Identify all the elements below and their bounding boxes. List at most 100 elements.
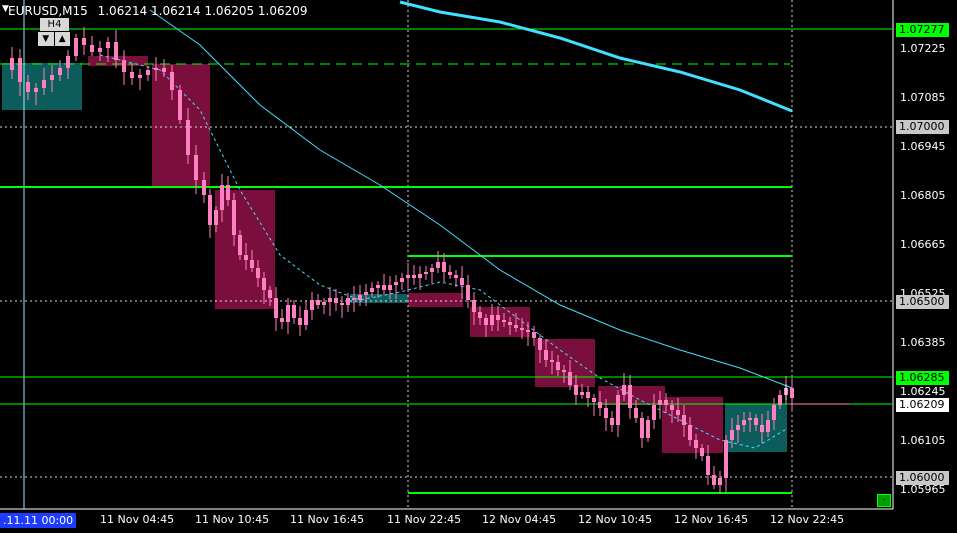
price-chart[interactable] <box>0 0 957 533</box>
candle-body <box>220 185 224 210</box>
candle-body <box>382 285 386 290</box>
candle-body <box>580 392 584 395</box>
price-axis-label: 1.06245 <box>900 385 946 398</box>
candle-body <box>646 420 650 438</box>
candle-body <box>232 200 236 235</box>
candle-body <box>772 405 776 420</box>
price-axis-label: 1.06945 <box>900 140 946 153</box>
candle-body <box>454 275 458 278</box>
chart-shift-button[interactable]: - <box>877 494 891 507</box>
candle-body <box>556 362 560 370</box>
candle-body <box>766 420 770 432</box>
candle-body <box>484 318 488 325</box>
candle-body <box>154 68 158 70</box>
candle-body <box>544 350 548 360</box>
candle-body <box>358 295 362 300</box>
candle-body <box>186 120 190 155</box>
candle-body <box>34 88 38 92</box>
candle-body <box>114 42 118 60</box>
price-axis-label: 1.06805 <box>900 189 946 202</box>
candle-body <box>42 80 46 88</box>
candle-body <box>790 388 794 398</box>
candle-body <box>244 255 248 260</box>
candle-body <box>514 325 518 328</box>
candle-body <box>586 392 590 398</box>
candle-body <box>634 408 638 418</box>
candle-body <box>26 82 30 92</box>
candle-body <box>18 58 22 82</box>
price-level-tag: 1.06209 <box>896 398 949 412</box>
candle-body <box>622 385 626 395</box>
timeframe-button[interactable]: H4 <box>40 18 69 31</box>
candle-body <box>226 185 230 200</box>
candle-body <box>628 385 632 408</box>
price-axis-label: 1.07085 <box>900 91 946 104</box>
candle-body <box>490 315 494 325</box>
price-level-tag: 1.07000 <box>896 120 949 134</box>
candle-body <box>334 298 338 303</box>
candle-body <box>472 300 476 312</box>
price-level-tag: 1.07277 <box>896 23 949 37</box>
candle-body <box>214 210 218 225</box>
symbol-label: EURUSD,M15 <box>8 4 88 18</box>
candle-body <box>238 235 242 255</box>
ohlc-label: 1.06214 1.06214 1.06205 1.06209 <box>97 4 308 18</box>
candle-body <box>298 318 302 325</box>
candle-body <box>568 372 572 385</box>
candle-body <box>736 425 740 430</box>
candle-body <box>280 318 284 322</box>
candle-body <box>730 430 734 440</box>
candle-body <box>688 425 692 440</box>
candle-body <box>760 425 764 432</box>
candle-body <box>370 288 374 292</box>
price-level-tag: 1.06285 <box>896 371 949 385</box>
candle-body <box>138 75 142 78</box>
candle-body <box>106 42 110 48</box>
candle-body <box>394 282 398 285</box>
candle-body <box>262 278 266 290</box>
candle-body <box>352 298 356 300</box>
time-axis-label: 11 Nov 04:45 <box>100 513 175 526</box>
candle-body <box>400 278 404 282</box>
chart-title: EURUSD,M15 1.06214 1.06214 1.06205 1.062… <box>8 4 308 18</box>
candle-body <box>538 338 542 350</box>
time-axis-label: 12 Nov 22:45 <box>770 513 845 526</box>
candle-body <box>694 440 698 448</box>
time-axis-label: 12 Nov 10:45 <box>578 513 653 526</box>
candle-body <box>412 275 416 278</box>
slow-ma-line <box>399 0 793 113</box>
timeframe-arrows: ▼ ▲ <box>38 32 70 46</box>
candle-body <box>430 268 434 272</box>
candle-body <box>712 475 716 485</box>
candle-body <box>346 298 350 305</box>
candle-body <box>442 262 446 272</box>
range-box <box>152 64 210 186</box>
candle-body <box>496 315 500 320</box>
candle-body <box>682 415 686 425</box>
candle-body <box>526 330 530 332</box>
candle-body <box>388 285 392 290</box>
triangle-down-icon[interactable]: ▼ <box>38 32 54 46</box>
candle-body <box>130 72 134 78</box>
candle-body <box>170 72 174 90</box>
candle-body <box>274 298 278 318</box>
candle-body <box>508 322 512 325</box>
candle-body <box>322 302 326 305</box>
candle-body <box>664 400 668 405</box>
time-axis-cursor-label: .11.11 00:00 <box>0 513 77 528</box>
candle-body <box>640 418 644 438</box>
candle-body <box>66 56 70 68</box>
candle-body <box>718 478 722 485</box>
candle-body <box>162 68 166 72</box>
range-box <box>535 339 595 387</box>
candle-body <box>748 418 752 420</box>
candle-body <box>316 300 320 305</box>
candle-body <box>598 402 602 408</box>
candle-body <box>502 320 506 322</box>
candle-body <box>520 328 524 330</box>
candle-body <box>574 385 578 395</box>
candle-body <box>550 360 554 362</box>
triangle-up-icon[interactable]: ▲ <box>54 32 70 46</box>
candle-body <box>50 75 54 80</box>
time-axis-label: 11 Nov 10:45 <box>195 513 270 526</box>
